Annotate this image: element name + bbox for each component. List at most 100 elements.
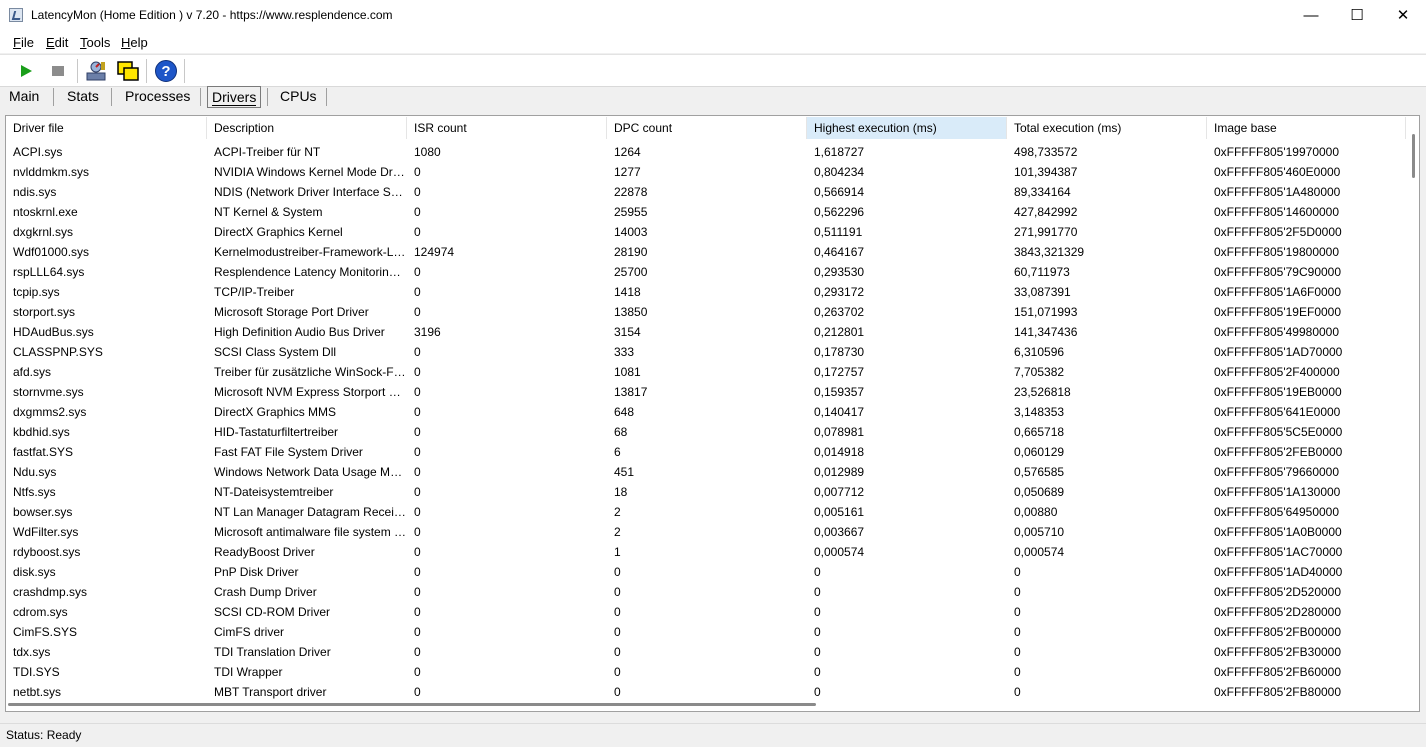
cell-isr-count: 1080: [414, 145, 441, 159]
stop-button[interactable]: [46, 59, 70, 83]
cell-total-execution: 427,842992: [1014, 205, 1078, 219]
cell-highest-execution: 0: [814, 665, 821, 679]
tab-drivers[interactable]: Drivers: [207, 86, 262, 108]
cell-image-base: 0xFFFFF805'2F400000: [1214, 365, 1340, 379]
cell-image-base: 0xFFFFF805'1AD40000: [1214, 565, 1343, 579]
horizontal-scrollbar[interactable]: [6, 699, 1406, 711]
table-row[interactable]: Wdf01000.sys Kernelmodustreiber-Framework…: [6, 242, 1406, 262]
cell-description: Microsoft Storage Port Driver: [214, 305, 369, 319]
cell-dpc-count: 68: [614, 425, 628, 439]
tab-stats[interactable]: Stats: [63, 86, 103, 108]
table-row[interactable]: CimFS.SYS CimFS driver 0 0 0 0 0xFFFFF805'2FB0…: [6, 622, 1406, 642]
menu-tools[interactable]: Tools: [80, 35, 110, 50]
table-row[interactable]: Ntfs.sys NT-Dateisystemtreiber 0 18 0,007712…: [6, 482, 1406, 502]
table-row[interactable]: crashdmp.sys Crash Dump Driver 0 0 0 0 0xFFFFF…: [6, 582, 1406, 602]
table-row[interactable]: tcpip.sys TCP/IP-Treiber 0 1418 0,293172 33,0…: [6, 282, 1406, 302]
cell-highest-execution: 0,562296: [814, 205, 865, 219]
column-header-image-base[interactable]: Image base: [1207, 117, 1406, 139]
column-header-total-execution[interactable]: Total execution (ms): [1007, 117, 1207, 139]
table-row[interactable]: cdrom.sys SCSI CD-ROM Driver 0 0 0 0 0xFFFFF80…: [6, 602, 1406, 622]
tab-cpus[interactable]: CPUs: [276, 86, 321, 108]
table-row[interactable]: tdx.sys TDI Translation Driver 0 0 0 0 0xFFFFF…: [6, 642, 1406, 662]
play-icon: [21, 65, 32, 77]
cell-highest-execution: 0,464167: [814, 245, 865, 259]
cell-image-base: 0xFFFFF805'1A6F0000: [1214, 285, 1342, 299]
cell-total-execution: 498,733572: [1014, 145, 1078, 159]
cell-driver-file: storport.sys: [13, 305, 76, 319]
table-row[interactable]: stornvme.sys Microsoft NVM Express Storpo…: [6, 382, 1406, 402]
table-row[interactable]: rspLLL64.sys Resplendence Latency Monitor…: [6, 262, 1406, 282]
vertical-scroll-thumb[interactable]: [1412, 134, 1415, 178]
cell-driver-file: Ndu.sys: [13, 465, 57, 479]
kernel-timer-button[interactable]: [84, 59, 108, 83]
cell-description: High Definition Audio Bus Driver: [214, 325, 385, 339]
cell-description: NVIDIA Windows Kernel Mode Driver: [214, 165, 407, 179]
cell-image-base: 0xFFFFF805'2FEB0000: [1214, 445, 1343, 459]
table-row[interactable]: WdFilter.sys Microsoft antimalware file s…: [6, 522, 1406, 542]
menu-edit[interactable]: Edit: [46, 35, 68, 50]
menu-file[interactable]: File: [13, 35, 34, 50]
horizontal-scroll-thumb[interactable]: [8, 703, 816, 706]
help-button[interactable]: ?: [154, 59, 178, 83]
table-row[interactable]: HDAudBus.sys High Definition Audio Bus Dr…: [6, 322, 1406, 342]
cell-image-base: 0xFFFFF805'1AC70000: [1214, 545, 1343, 559]
cell-highest-execution: 0: [814, 645, 821, 659]
table-row[interactable]: ACPI.sys ACPI-Treiber für NT 1080 1264 1,618…: [6, 142, 1406, 162]
table-row[interactable]: bowser.sys NT Lan Manager Datagram Receiv…: [6, 502, 1406, 522]
cell-total-execution: 0: [1014, 605, 1021, 619]
cell-driver-file: Wdf01000.sys: [13, 245, 90, 259]
cell-highest-execution: 0,212801: [814, 325, 865, 339]
cell-total-execution: 0,576585: [1014, 465, 1065, 479]
cell-image-base: 0xFFFFF805'79C90000: [1214, 265, 1342, 279]
table-row[interactable]: Ndu.sys Windows Network Data Usage Monito…: [6, 462, 1406, 482]
tab-bar: Main Stats Processes Drivers CPUs: [0, 86, 1426, 110]
cell-highest-execution: 0: [814, 625, 821, 639]
table-row[interactable]: dxgmms2.sys DirectX Graphics MMS 0 648 0,140…: [6, 402, 1406, 422]
table-row[interactable]: fastfat.SYS Fast FAT File System Driver 0 6…: [6, 442, 1406, 462]
table-row[interactable]: rdyboost.sys ReadyBoost Driver 0 1 0,000574 0…: [6, 542, 1406, 562]
column-header-isr-count[interactable]: ISR count: [407, 117, 607, 139]
cell-isr-count: 0: [414, 605, 421, 619]
table-row[interactable]: nvlddmkm.sys NVIDIA Windows Kernel Mode D…: [6, 162, 1406, 182]
menu-help[interactable]: Help: [121, 35, 148, 50]
cell-image-base: 0xFFFFF805'19EB0000: [1214, 385, 1342, 399]
close-button[interactable]: ✕: [1380, 0, 1426, 31]
table-row[interactable]: dxgkrnl.sys DirectX Graphics Kernel 0 14003…: [6, 222, 1406, 242]
column-header-dpc-count[interactable]: DPC count: [607, 117, 807, 139]
start-button[interactable]: [14, 59, 38, 83]
cell-highest-execution: 0,178730: [814, 345, 865, 359]
table-row[interactable]: TDI.SYS TDI Wrapper 0 0 0 0 0xFFFFF805'2FB6000…: [6, 662, 1406, 682]
cell-total-execution: 3,148353: [1014, 405, 1065, 419]
table-row[interactable]: storport.sys Microsoft Storage Port Drive…: [6, 302, 1406, 322]
table-row[interactable]: ndis.sys NDIS (Network Driver Interface S…: [6, 182, 1406, 202]
stop-icon: [52, 66, 64, 76]
minimize-button[interactable]: —: [1288, 0, 1334, 31]
cell-description: Microsoft antimalware file system filter…: [214, 525, 407, 539]
cell-dpc-count: 25700: [614, 265, 648, 279]
tab-main[interactable]: Main: [5, 86, 43, 108]
table-row[interactable]: kbdhid.sys HID-Tastaturfiltertreiber 0 68 0,…: [6, 422, 1406, 442]
cell-dpc-count: 1277: [614, 165, 641, 179]
maximize-button[interactable]: ☐: [1334, 0, 1380, 31]
cell-isr-count: 0: [414, 625, 421, 639]
column-header-highest-execution[interactable]: Highest execution (ms): [807, 117, 1007, 139]
table-row[interactable]: disk.sys PnP Disk Driver 0 0 0 0 0xFFFFF805'1A…: [6, 562, 1406, 582]
cell-description: NT Lan Manager Datagram Receiver Driver: [214, 505, 407, 519]
cell-dpc-count: 0: [614, 565, 621, 579]
cell-isr-count: 0: [414, 405, 421, 419]
cell-highest-execution: 0,012989: [814, 465, 865, 479]
drivers-list-view[interactable]: Driver file Description ISR count DPC co…: [5, 115, 1420, 712]
vertical-scrollbar[interactable]: [1407, 116, 1419, 711]
table-row[interactable]: ntoskrnl.exe NT Kernel & System 0 25955 0,56…: [6, 202, 1406, 222]
tab-processes[interactable]: Processes: [121, 86, 194, 108]
cell-description: DirectX Graphics Kernel: [214, 225, 343, 239]
table-row[interactable]: afd.sys Treiber für zusätzliche WinSock-F…: [6, 362, 1406, 382]
column-header-description[interactable]: Description: [207, 117, 407, 139]
table-row[interactable]: CLASSPNP.SYS SCSI Class System Dll 0 333 0,1…: [6, 342, 1406, 362]
windows-button[interactable]: [116, 59, 140, 83]
table-body: ACPI.sys ACPI-Treiber für NT 1080 1264 1,618…: [6, 142, 1406, 702]
cell-image-base: 0xFFFFF805'2FB00000: [1214, 625, 1342, 639]
cell-image-base: 0xFFFFF805'2F5D0000: [1214, 225, 1342, 239]
cell-dpc-count: 1264: [614, 145, 641, 159]
column-header-driver-file[interactable]: Driver file: [6, 117, 207, 139]
